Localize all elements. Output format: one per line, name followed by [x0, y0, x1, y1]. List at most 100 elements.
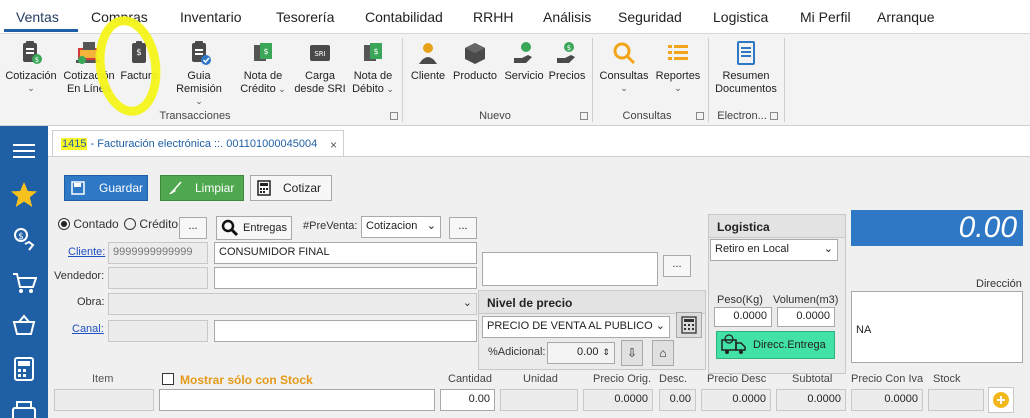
chevron-down-icon: ⌄ — [655, 320, 665, 332]
menu-tab-mi-perfil[interactable]: Mi Perfil — [800, 9, 851, 25]
direcc-entrega-button[interactable]: Direcc.Entrega — [716, 331, 835, 359]
obra-select[interactable]: ⌄ — [108, 293, 477, 315]
shopping-cart-icon[interactable] — [9, 270, 39, 296]
cliente-link[interactable]: Cliente: — [68, 246, 105, 258]
notes-field[interactable] — [482, 252, 658, 286]
nivel-precio-header: Nivel de precio — [478, 290, 706, 314]
close-tab-icon[interactable]: × — [330, 138, 337, 152]
cotizar-button[interactable]: Cotizar — [250, 175, 332, 201]
grid-header-cantidad: Cantidad — [448, 373, 493, 385]
canal-link[interactable]: Canal: — [72, 323, 104, 335]
menu-tab-ventas[interactable]: Ventas — [16, 9, 59, 25]
stock-only-checkbox[interactable] — [162, 373, 174, 385]
contado-radio[interactable] — [58, 218, 70, 230]
menu-tab-logistica[interactable]: Logistica — [713, 9, 768, 25]
credit-note-icon: $ — [254, 43, 272, 61]
group-launcher-icon[interactable] — [770, 112, 778, 120]
calculator-icon[interactable] — [9, 356, 39, 382]
calculator-icon — [257, 180, 271, 196]
grid-header-precio-desc: Precio Desc — [707, 373, 767, 385]
group-label-nuevo: Nuevo — [479, 110, 511, 122]
entregas-button[interactable]: Entregas — [216, 216, 292, 240]
notes-options-button[interactable]: ... — [663, 255, 691, 277]
group-launcher-icon[interactable] — [580, 112, 588, 120]
canal-name-field[interactable] — [214, 320, 477, 342]
group-launcher-icon[interactable] — [696, 112, 704, 120]
carga-sri-line1: Carga — [305, 70, 335, 82]
servicio-button[interactable]: Servicio — [502, 40, 546, 83]
menu-tab-contabilidad[interactable]: Contabilidad — [365, 9, 443, 25]
canal-code-field[interactable] — [108, 320, 208, 342]
menu-tab-tesoreria[interactable]: Tesorería — [276, 9, 334, 25]
item-code-field[interactable] — [54, 389, 154, 411]
preventa-select[interactable]: Cotizacion ⌄ — [361, 216, 441, 238]
group-label-consultas: Consultas — [622, 110, 672, 122]
resumen-line1: Resumen — [722, 70, 770, 82]
menu-tab-inventario[interactable]: Inventario — [180, 9, 241, 25]
nivel-precio-select[interactable]: PRECIO DE VENTA AL PUBLICO ⌄ — [482, 316, 670, 338]
vendedor-name-field[interactable] — [214, 267, 477, 289]
logistica-select[interactable]: Retiro en Local ⌄ — [710, 239, 838, 261]
favorites-star-icon[interactable] — [9, 182, 39, 208]
peso-field[interactable]: 0.0000 — [714, 307, 772, 327]
direccion-label: Dirección — [976, 278, 1022, 290]
svg-text:$: $ — [263, 47, 268, 56]
preventa-options-button[interactable]: ... — [449, 217, 477, 239]
chevron-down-icon: ⌄ — [195, 96, 203, 106]
precios-button[interactable]: $ Precios — [548, 40, 586, 83]
adicional-field[interactable]: 0.00 ⇕ — [547, 342, 615, 364]
printer-icon[interactable] — [9, 398, 39, 418]
guardar-button[interactable]: Guardar — [64, 175, 148, 201]
resumen-documentos-button[interactable]: Resumen Documentos — [712, 40, 780, 96]
credito-radio[interactable] — [124, 218, 137, 230]
item-description-field[interactable] — [159, 389, 435, 411]
menu-tab-arranque[interactable]: Arranque — [877, 9, 935, 25]
contado-label: Contado — [73, 217, 119, 231]
basket-icon[interactable] — [9, 312, 39, 338]
vendedor-code-field[interactable] — [108, 267, 208, 289]
credit-options-button[interactable]: ... — [179, 217, 207, 239]
guia-remision-button[interactable]: Guia Remisión ⌄ — [164, 40, 234, 106]
price-down-button[interactable]: ⇩ — [621, 340, 643, 366]
servicio-label: Servicio — [504, 70, 544, 82]
group-launcher-icon[interactable] — [390, 112, 398, 120]
menu-tab-rrhh[interactable]: RRHH — [473, 9, 513, 25]
spinner-icon[interactable]: ⇕ — [602, 347, 610, 357]
chevron-down-icon: ⌄ — [823, 243, 833, 255]
down-arrow-icon: ⇩ — [626, 346, 638, 360]
hamburger-menu-icon[interactable] — [9, 138, 39, 164]
cantidad-field[interactable]: 0.00 — [440, 389, 495, 411]
preventa-value: Cotizacion — [366, 220, 418, 232]
logistica-header: Logistica — [708, 214, 846, 238]
cash-hand-icon[interactable]: $ — [9, 226, 39, 252]
unidad-field[interactable] — [500, 389, 578, 411]
add-item-button[interactable] — [988, 387, 1014, 413]
menu-tab-analisis[interactable]: Análisis — [543, 9, 591, 25]
reportes-button[interactable]: Reportes ⌄ — [654, 40, 702, 93]
svg-text:$: $ — [567, 44, 571, 52]
direccion-field[interactable]: NA — [851, 291, 1023, 363]
producto-label: Producto — [452, 70, 498, 82]
limpiar-button[interactable]: Limpiar — [160, 175, 244, 201]
reports-list-icon — [668, 45, 688, 60]
consultas-button[interactable]: Consultas ⌄ — [598, 40, 650, 93]
invoice-form: Guardar Limpiar Cotizar Contado Crédito … — [48, 157, 1030, 418]
subtotal-field: 0.0000 — [776, 389, 846, 411]
cliente-nombre-field[interactable]: CONSUMIDOR FINAL — [214, 242, 477, 264]
nota-debito-button[interactable]: $ Nota de Débito ⌄ — [350, 40, 396, 96]
vendedor-label: Vendedor: — [54, 270, 105, 282]
price-home-button[interactable]: ⌂ — [652, 340, 674, 366]
group-separator — [402, 38, 403, 122]
document-tab-factura[interactable]: 1415 - Facturación electrónica ::. 00110… — [52, 130, 344, 156]
calculator-button[interactable] — [676, 312, 702, 338]
cotizacion-button[interactable]: $ Cotización ⌄ — [4, 40, 58, 93]
menu-tab-seguridad[interactable]: Seguridad — [618, 9, 682, 25]
producto-button[interactable]: Producto — [451, 40, 499, 83]
volumen-field[interactable]: 0.0000 — [777, 307, 835, 327]
direcc-entrega-label: Direcc.Entrega — [753, 339, 826, 351]
cliente-ruc-field[interactable]: 9999999999999 — [108, 242, 208, 264]
group-separator — [708, 38, 709, 122]
carga-desde-sri-button[interactable]: SRI Carga desde SRI — [292, 40, 348, 96]
cliente-button[interactable]: Cliente — [408, 40, 448, 83]
nota-credito-button[interactable]: $ Nota de Crédito ⌄ — [238, 40, 288, 96]
